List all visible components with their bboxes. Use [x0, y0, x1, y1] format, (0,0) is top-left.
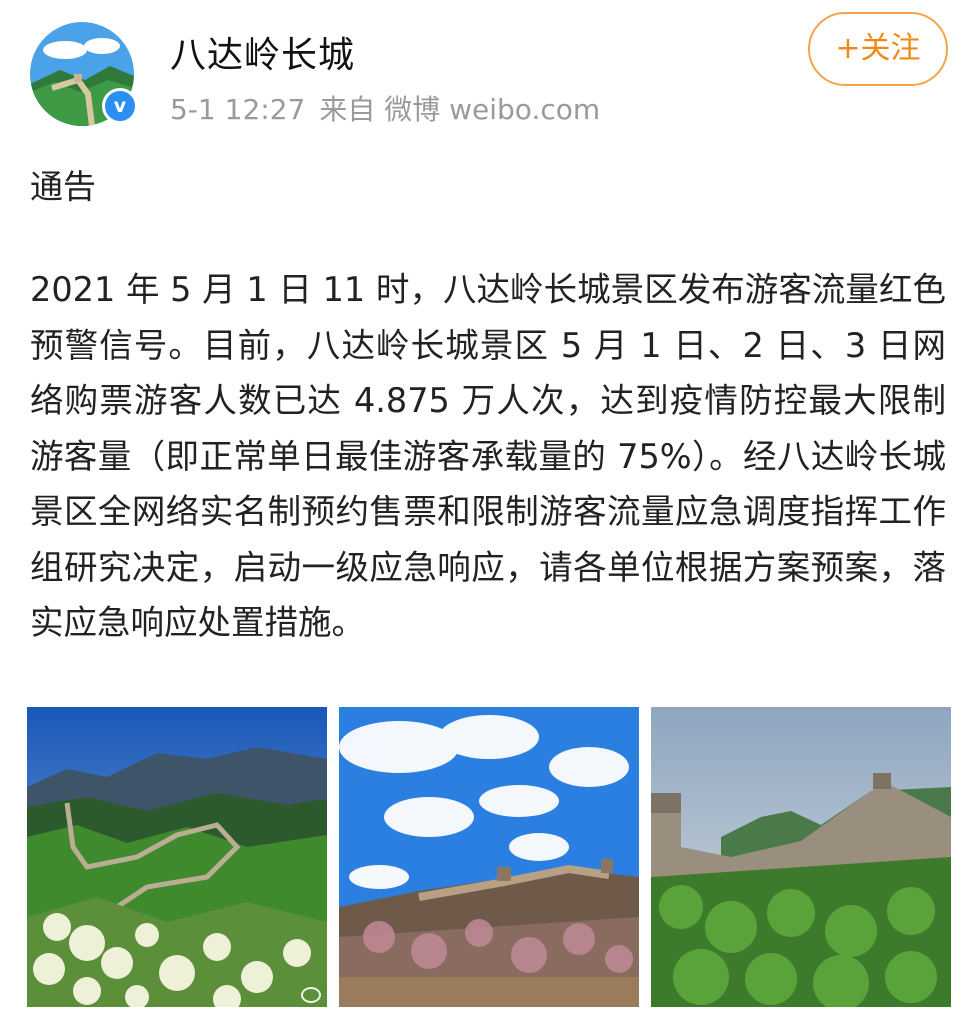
post-header: v 八达岭长城 5-1 12:27 来自 微博 weibo.com +关注 [0, 0, 972, 140]
account-name[interactable]: 八达岭长城 [170, 26, 355, 78]
post-source[interactable]: 来自 微博 weibo.com [319, 93, 600, 126]
post-time: 5-1 12:27 [170, 93, 306, 126]
post-body: 2021 年 5 月 1 日 11 时，八达岭长城景区发布游客流量红色预警信号。… [30, 270, 946, 642]
photo-great-wall-forest[interactable] [651, 707, 951, 1007]
post-title: 通告 [30, 167, 96, 206]
follow-button[interactable]: +关注 [808, 12, 948, 86]
photo-great-wall-clouds[interactable] [339, 707, 639, 1007]
photo-great-wall-flowers[interactable] [27, 707, 327, 1007]
weibo-watermark-icon [301, 987, 321, 1003]
verified-badge-icon: v [102, 88, 138, 124]
post-meta: 5-1 12:27 来自 微博 weibo.com [170, 88, 614, 128]
